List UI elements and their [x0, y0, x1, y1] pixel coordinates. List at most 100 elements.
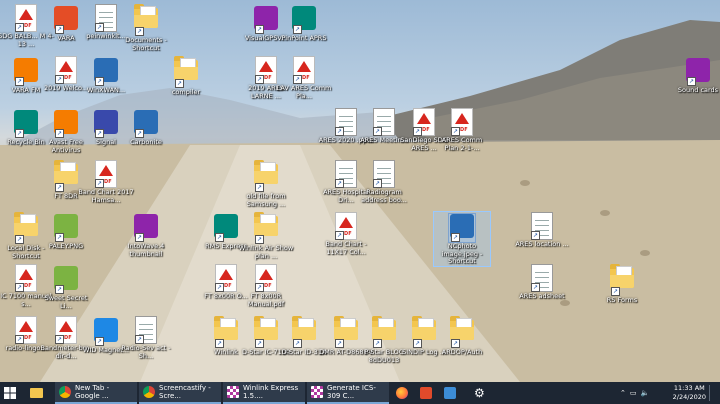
pdf-icon: PDF ↗ [53, 56, 79, 84]
desktop-icon-label: PinPoint APRS [281, 34, 327, 42]
desktop-icon[interactable]: PDF ↗ Band Chart - 11X17 Col... [318, 212, 374, 256]
desktop-icon-label: RS Forms [606, 296, 638, 304]
shortcut-arrow-icon: ↗ [293, 75, 302, 84]
application-icon: ↗ [53, 110, 79, 138]
desktop-icon[interactable]: ↗ NCphoto image.jpeg - Shortcut [433, 211, 491, 267]
desktop-icon-label: old file from Samsung ... [246, 192, 286, 208]
desktop-icon[interactable]: ↗ ARDOP/Auth [434, 316, 490, 357]
shortcut-arrow-icon: ↗ [255, 183, 264, 192]
firefox-icon [396, 387, 408, 399]
desktop-icon[interactable]: PDF ↗ FT 8x00R Manual.pdf [238, 264, 294, 308]
taskbar-generate-ics309[interactable]: Generate ICS-309 C... [307, 382, 389, 404]
shortcut-arrow-icon: ↗ [95, 77, 104, 86]
desktop-icon[interactable]: ↗ ARES adsheet [514, 264, 570, 301]
app-button[interactable] [420, 382, 438, 404]
desktop-icon-label: Radio-Sev act - Sh... [121, 344, 171, 360]
desktop-icon[interactable]: ↗ WinXWAN... [78, 56, 134, 95]
shortcut-arrow-icon: ↗ [373, 127, 382, 136]
gear-icon: ⚙ [474, 386, 485, 400]
desktop-icon-label: Documents - Shortcut [125, 36, 167, 52]
shortcut-arrow-icon: ↗ [55, 285, 64, 294]
application-icon: ↗ [448, 213, 476, 243]
desktop-icon[interactable]: ↗ old file from Samsung ... [238, 160, 294, 208]
desktop-icon-label: FT 8x00R Manual.pdf [247, 292, 285, 308]
shortcut-arrow-icon: ↗ [335, 339, 344, 348]
desktop-icon[interactable]: ↗ Radiogram address boo... [356, 160, 412, 204]
pdf-icon: PDF ↗ [13, 316, 39, 344]
desktop-icon-label: Radiogram address boo... [361, 188, 407, 204]
show-desktop-button[interactable] [709, 385, 718, 401]
document-icon: ↗ [529, 212, 555, 240]
firefox-button[interactable] [396, 382, 414, 404]
desktop-icon[interactable]: ↗ Carbonite [118, 108, 174, 147]
start-button[interactable] [4, 382, 22, 404]
folder-icon: ↗ [13, 212, 39, 244]
application-icon: ↗ [93, 110, 119, 138]
settings-button[interactable]: ⚙ [474, 382, 492, 404]
application-icon: ↗ [133, 214, 159, 242]
desktop-icon[interactable]: PDF ↗ LAV ARES Comm Pla... [276, 56, 332, 100]
shortcut-arrow-icon: ↗ [255, 25, 264, 34]
desktop-icon[interactable]: ↗ PALEY.PNG [38, 212, 94, 251]
desktop-icon[interactable]: ↗ Documents - Shortcut [118, 4, 174, 52]
shortcut-arrow-icon: ↗ [215, 339, 224, 348]
pdf-icon: PDF ↗ [13, 264, 39, 292]
desktop-icon-label: ARES adsheet [519, 292, 565, 300]
taskbar-chrome-new-tab[interactable]: New Tab - Google ... [55, 382, 137, 404]
folder-icon: ↗ [53, 160, 79, 192]
taskbar-button-label: New Tab - Google ... [75, 384, 110, 400]
document-icon: ↗ [371, 108, 397, 136]
taskbar-screencastify[interactable]: Screencastify - Scre... [139, 382, 221, 404]
volume-icon[interactable]: 🔈 [641, 389, 650, 397]
shortcut-arrow-icon: ↗ [55, 75, 64, 84]
folder-icon: ↗ [449, 316, 475, 348]
desktop-icon-label: NCphoto image.jpeg - Shortcut [441, 242, 483, 265]
desktop-icon[interactable]: ↗ IntoWave.4 thumbnail [118, 212, 174, 258]
desktop-icon-label: Band Chart 2017 Hamsa... [78, 188, 134, 204]
application-icon: ↗ [213, 214, 239, 242]
shortcut-arrow-icon: ↗ [255, 235, 264, 244]
application-icon: ↗ [53, 266, 79, 294]
desktop-icon[interactable]: ↗ compiler [158, 56, 214, 97]
shortcut-arrow-icon: ↗ [95, 129, 104, 138]
shortcut-arrow-icon: ↗ [373, 179, 382, 188]
chevron-up-icon[interactable]: ⌃ [620, 389, 626, 397]
shortcut-arrow-icon: ↗ [95, 179, 104, 188]
desktop-icon[interactable]: PDF ↗ ARES Comm Plan 2-1-... [434, 108, 490, 152]
application-icon: ↗ [13, 58, 39, 86]
shortcut-arrow-icon: ↗ [335, 231, 344, 240]
desktop-icon-label: IntoWave.4 thumbnail [127, 242, 165, 258]
desktop-icon[interactable]: ↗ Radio-Sev act - Sh... [118, 316, 174, 360]
bush [560, 300, 570, 306]
desktop-icon[interactable]: ↗ ARES location ... [514, 212, 570, 249]
folder-icon: ↗ [609, 264, 635, 296]
shortcut-arrow-icon: ↗ [373, 339, 382, 348]
desktop-icon[interactable]: ↗ RS Forms [594, 264, 650, 305]
shortcut-arrow-icon: ↗ [255, 339, 264, 348]
winlink-icon [311, 386, 323, 398]
shortcut-arrow-icon: ↗ [531, 231, 540, 240]
shortcut-arrow-icon: ↗ [15, 335, 24, 344]
taskbar-winlink-express[interactable]: Winlink Express 1.5.... [223, 382, 305, 404]
shortcut-arrow-icon: ↗ [451, 127, 460, 136]
network-icon[interactable]: ▭ [630, 389, 637, 397]
shortcut-arrow-icon: ↗ [413, 339, 422, 348]
shortcut-arrow-icon: ↗ [15, 77, 24, 86]
desktop-icon-label: Sound cards [677, 86, 719, 94]
folder-icon: ↗ [371, 316, 397, 348]
desktop-icon[interactable]: PDF ↗ Band Chart 2017 Hamsa... [78, 160, 134, 204]
desktop-icon[interactable]: ↗ Winlink Air Show plan ... [238, 212, 294, 260]
desktop-icon[interactable]: ↗ Sound cards [670, 56, 720, 95]
file-explorer-button[interactable] [30, 382, 48, 404]
shortcut-arrow-icon: ↗ [293, 25, 302, 34]
system-tray[interactable]: ⌃ ▭ 🔈 [620, 382, 649, 404]
desktop-icon-label: ARES Comm Plan 2-1-... [441, 136, 483, 152]
application-icon: ↗ [53, 6, 79, 34]
clock[interactable]: 11:33 AM 2/24/2020 [673, 384, 706, 402]
desktop-icon-label: Band Chart - 11X17 Col... [325, 240, 367, 256]
application-icon: ↗ [93, 58, 119, 86]
desktop-icon[interactable]: ↗ PinPoint APRS [276, 4, 332, 43]
app-button-2[interactable] [444, 382, 462, 404]
desktop-icon[interactable]: ↗ Sweet Secret Li... [38, 264, 94, 310]
desktop[interactable]: PDF ↗ SDG BALB... M 4-13 ... ↗ VARA ↗ peinwink… [0, 0, 720, 382]
